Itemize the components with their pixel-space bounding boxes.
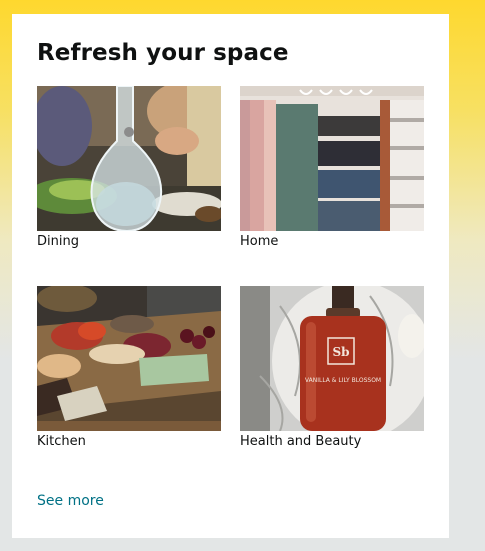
tile-label-dining: Dining — [37, 234, 79, 249]
home-image[interactable] — [240, 86, 424, 231]
see-more-link[interactable]: See more — [37, 493, 104, 509]
bottle-product-text: VANILLA & LILY BLOSSOM — [305, 377, 381, 384]
health-and-beauty-image[interactable]: Sb VANILLA & LILY BLOSSOM — [240, 286, 424, 431]
category-card: Refresh your space Dining Home Kitchen S… — [12, 14, 449, 538]
tile-label-home: Home — [240, 234, 279, 249]
card-title: Refresh your space — [37, 40, 289, 66]
kitchen-image[interactable] — [37, 286, 221, 431]
tile-kitchen[interactable]: Kitchen — [37, 286, 221, 449]
tile-label-health-and-beauty: Health and Beauty — [240, 434, 362, 449]
tile-dining[interactable]: Dining — [37, 86, 221, 249]
dining-image[interactable] — [37, 86, 221, 231]
bottle-brand-text: Sb — [332, 345, 349, 359]
tile-health-and-beauty[interactable]: Sb VANILLA & LILY BLOSSOM Health and Bea… — [240, 286, 424, 449]
tile-home[interactable]: Home — [240, 86, 424, 249]
tile-label-kitchen: Kitchen — [37, 434, 86, 449]
